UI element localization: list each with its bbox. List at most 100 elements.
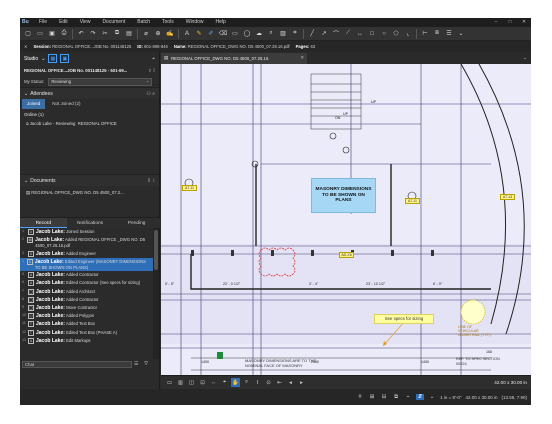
documents-header[interactable]: ⌄ Documents ⇪ ↕ bbox=[20, 174, 159, 186]
content-snap-icon[interactable]: ⊟ bbox=[380, 394, 388, 400]
attendee-row[interactable]: ⍝ Jacob Lake - Reviewing REGIONAL OFFICE bbox=[20, 120, 159, 128]
collapse-icon[interactable]: ⌄ bbox=[24, 178, 28, 184]
menu-file[interactable]: File bbox=[33, 18, 53, 27]
session-close-icon[interactable]: ✕ bbox=[24, 44, 28, 49]
snapshot-icon[interactable]: ⊙ bbox=[264, 378, 273, 387]
copy-icon[interactable]: ⧉ bbox=[112, 29, 122, 39]
redo-icon[interactable]: ↷ bbox=[88, 29, 98, 39]
circle-tool-icon[interactable]: ○ bbox=[379, 29, 389, 39]
record-row[interactable]: 10 ⬠ Jacob Lake: Added Polygon bbox=[20, 312, 153, 320]
ellipse-tool-icon[interactable]: ◯ bbox=[242, 29, 252, 39]
filter-icon[interactable]: ⛛ bbox=[144, 361, 148, 367]
pen-tool-icon[interactable]: ✐ bbox=[206, 29, 216, 39]
record-row[interactable]: 11 T Jacob Lake: Added Text Box bbox=[20, 320, 153, 328]
my-status-select[interactable]: Reviewing bbox=[48, 77, 153, 86]
crop-tool-icon[interactable]: ⌞ bbox=[403, 29, 413, 39]
pan-tool-icon[interactable]: ✋ bbox=[231, 378, 240, 387]
documents-actions-icon[interactable]: ⇪ ↕ bbox=[147, 178, 155, 184]
box-tool-icon[interactable]: □ bbox=[367, 29, 377, 39]
menu-window[interactable]: Window bbox=[180, 18, 210, 27]
undo-icon[interactable]: ↶ bbox=[76, 29, 86, 39]
sign-icon[interactable]: ✍ bbox=[165, 29, 175, 39]
record-row[interactable]: 8 ◯ Jacob Lake: Added Contractor bbox=[20, 296, 153, 304]
studio-dropdown-icon[interactable]: ⌄ bbox=[41, 56, 45, 62]
attendees-header[interactable]: ⌄ Attendees ⚇ ⌕ bbox=[20, 87, 159, 99]
chat-input[interactable]: Chat bbox=[22, 361, 132, 368]
attendees-actions-icon[interactable]: ⚇ ⌕ bbox=[146, 91, 155, 97]
chat-list-icon[interactable]: ☰ bbox=[134, 361, 138, 367]
compare-icon[interactable]: ⧈ bbox=[432, 29, 442, 39]
green-marker[interactable] bbox=[217, 352, 223, 359]
detail-tag[interactable]: A7.11 bbox=[182, 185, 197, 191]
panel-toggle-icon[interactable]: ▭ bbox=[165, 378, 174, 387]
menu-document[interactable]: Document bbox=[96, 18, 131, 27]
stamp-icon[interactable]: ⊕ bbox=[153, 29, 163, 39]
drawing-canvas[interactable]: UP ON UP MASONRY DIMENSIONS TO BE SHOWN … bbox=[161, 64, 531, 375]
attach-icon[interactable]: ⌀ bbox=[141, 29, 151, 39]
cut-icon[interactable]: ✂ bbox=[100, 29, 110, 39]
open-folder-icon[interactable]: ▭ bbox=[35, 29, 45, 39]
tab-list-dropdown-icon[interactable]: ⌄ bbox=[523, 55, 527, 61]
collapse-icon[interactable]: ⌄ bbox=[24, 91, 28, 97]
maximize-button[interactable]: □ bbox=[503, 18, 517, 27]
highlight-tool-icon[interactable]: ✎ bbox=[194, 29, 204, 39]
rectangle-tool-icon[interactable]: ▭ bbox=[230, 29, 240, 39]
record-row[interactable]: 9 ◯ Jacob Lake: Move Contractor bbox=[20, 304, 153, 312]
menu-view[interactable]: View bbox=[74, 18, 97, 27]
close-tab-icon[interactable]: ✕ bbox=[300, 55, 304, 61]
menu-batch[interactable]: Batch bbox=[131, 18, 156, 27]
record-row[interactable]: 1 ⊙ Jacob Lake: Joined Session bbox=[20, 228, 153, 236]
see-specs-note[interactable]: See specs for sizing bbox=[374, 314, 434, 324]
minimize-button[interactable]: – bbox=[489, 18, 503, 27]
record-row-selected[interactable]: 4 A Jacob Lake: Edited Engineer (MASONRY D… bbox=[20, 257, 153, 272]
menu-help[interactable]: Help bbox=[210, 18, 232, 27]
select-tool-icon[interactable]: ⌖ bbox=[220, 378, 229, 387]
text-select-icon[interactable]: I bbox=[253, 378, 262, 387]
studio-projects-icon[interactable]: ▣ bbox=[60, 54, 70, 63]
cloud-tool-icon[interactable]: ☁ bbox=[254, 29, 264, 39]
status-dropdown-icon[interactable]: ⌄ bbox=[428, 394, 436, 400]
more-tools-icon[interactable]: ⌄ bbox=[456, 29, 466, 39]
document-item[interactable]: ▤ REGIONAL OFFICE_DWG NO. D5 4500_07.2..… bbox=[20, 186, 159, 199]
text-tool-icon[interactable]: A bbox=[182, 29, 192, 39]
dimension-tool-icon[interactable]: ↔ bbox=[355, 29, 365, 39]
fit-page-icon[interactable]: ⊡ bbox=[198, 378, 207, 387]
zoom-tool-icon[interactable]: ⌕ bbox=[242, 378, 251, 387]
record-row[interactable]: 2 ▤ Jacob Lake: Added REGIONAL OFFICE _DWG… bbox=[20, 236, 153, 249]
menu-tools[interactable]: Tools bbox=[156, 18, 180, 27]
panel-pin-icon[interactable]: ⌖ bbox=[152, 56, 155, 62]
studio-sessions-icon[interactable]: ▦ bbox=[48, 54, 58, 63]
new-document-icon[interactable]: ▢ bbox=[23, 29, 33, 39]
polyline-tool-icon[interactable]: ⟋ bbox=[343, 29, 353, 39]
record-row[interactable]: 5 A Jacob Lake: Added Contractor bbox=[20, 271, 153, 279]
line-tool-icon[interactable]: ╱ bbox=[307, 29, 317, 39]
record-row[interactable]: 6 A Jacob Lake: Edited Contractor (See spe… bbox=[20, 279, 153, 287]
masonry-note-markup[interactable]: MASONRY DIMENSIONS TO BE SHOWN ON PLANS bbox=[311, 178, 376, 213]
polygon-tool-icon[interactable]: ⬠ bbox=[391, 29, 401, 39]
record-row[interactable]: 7 ◯ Jacob Lake: Added Architect bbox=[20, 288, 153, 296]
next-page-icon[interactable]: ▸ bbox=[297, 378, 306, 387]
detail-tag[interactable]: A7.11 bbox=[405, 198, 420, 204]
first-page-icon[interactable]: ⇤ bbox=[275, 378, 284, 387]
tab-joined[interactable]: Joined bbox=[22, 99, 46, 109]
tab-notifications[interactable]: Notifications bbox=[67, 218, 114, 228]
record-row[interactable]: 12 T Jacob Lake: Edited Text Box (PHASE A) bbox=[20, 329, 153, 337]
snapshot-tool-icon[interactable]: ⌗ bbox=[290, 29, 300, 39]
detail-tag[interactable]: A7.13 bbox=[500, 194, 515, 200]
eraser-tool-icon[interactable]: ⌫ bbox=[218, 29, 228, 39]
previous-page-icon[interactable]: ◂ bbox=[286, 378, 295, 387]
document-tab[interactable]: ▤ REGIONAL OFFICE_DWG NO. D5 4500_07.25.… bbox=[161, 52, 307, 64]
save-icon[interactable]: ▣ bbox=[47, 29, 57, 39]
measure-icon[interactable]: ⊢ bbox=[420, 29, 430, 39]
fit-width-icon[interactable]: ⇔ bbox=[209, 378, 218, 387]
image-tool-icon[interactable]: ▨ bbox=[278, 29, 288, 39]
split-view-icon[interactable]: ◫ bbox=[187, 378, 196, 387]
sync-icon[interactable]: ⇵ bbox=[416, 394, 425, 400]
record-row[interactable]: 3 A Jacob Lake: Added Engineer bbox=[20, 250, 153, 258]
callout-tool-icon[interactable]: ⌕ bbox=[266, 29, 276, 39]
tab-not-joined[interactable]: Not Joined (2) bbox=[47, 99, 85, 109]
record-row[interactable]: 13 A Jacob Lake: Edit Markups bbox=[20, 337, 153, 345]
arc-tool-icon[interactable]: ⌒ bbox=[331, 29, 341, 39]
print-icon[interactable]: ⎙ bbox=[59, 29, 69, 39]
tab-pending[interactable]: Pending bbox=[113, 218, 160, 228]
